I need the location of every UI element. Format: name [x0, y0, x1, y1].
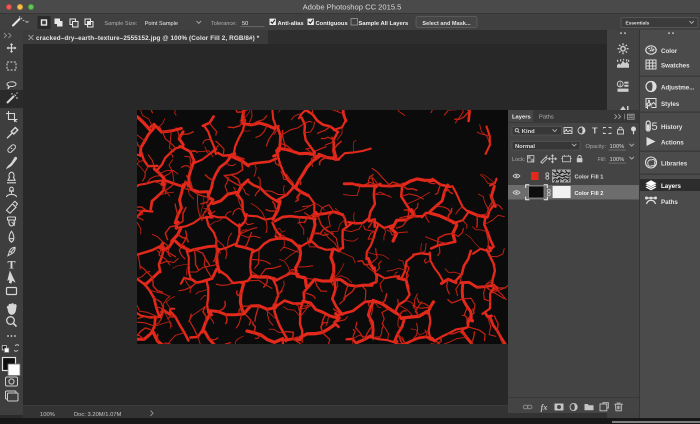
svg-text:Paths: Paths	[539, 115, 554, 121]
svg-text:Lock:: Lock:	[512, 157, 526, 163]
svg-text:Anti-alias: Anti-alias	[278, 21, 304, 27]
svg-text:50: 50	[242, 21, 248, 27]
svg-text:100%: 100%	[610, 144, 625, 150]
svg-text:Paths: Paths	[661, 199, 678, 206]
svg-text:Layers: Layers	[661, 183, 682, 190]
svg-text:Layers: Layers	[512, 115, 531, 121]
svg-text:Styles: Styles	[661, 101, 680, 108]
svg-text:Kind: Kind	[522, 129, 535, 135]
svg-text:fx: fx	[541, 403, 548, 412]
svg-text:Color Fill 2: Color Fill 2	[575, 191, 604, 197]
svg-text:T: T	[592, 126, 598, 136]
svg-text:Actions: Actions	[661, 140, 684, 147]
svg-text:Point Sample: Point Sample	[145, 21, 178, 27]
svg-text:Swatches: Swatches	[661, 63, 690, 70]
svg-text:T: T	[7, 258, 15, 272]
svg-text:Adobe Photoshop CC 2015.5: Adobe Photoshop CC 2015.5	[303, 2, 402, 11]
svg-text:Essentials: Essentials	[626, 20, 650, 26]
svg-text:Tolerance:: Tolerance:	[211, 21, 237, 27]
svg-text:Color: Color	[661, 48, 678, 55]
svg-text:Fill:: Fill:	[598, 157, 607, 163]
svg-text:Normal: Normal	[515, 144, 535, 150]
svg-text:Opacity:: Opacity:	[586, 144, 607, 150]
svg-text:100%: 100%	[610, 157, 625, 163]
svg-text:cracked–dry–earth–texture–2555: cracked–dry–earth–texture–2555152.jpg @ …	[36, 35, 260, 42]
svg-text:Libraries: Libraries	[661, 161, 688, 168]
svg-text:Sample Size:: Sample Size:	[104, 21, 137, 27]
svg-text:Sample All Layers: Sample All Layers	[359, 21, 409, 27]
svg-text:History: History	[661, 124, 683, 131]
svg-text:Adjustme...: Adjustme...	[661, 85, 695, 92]
svg-text:Contiguous: Contiguous	[316, 21, 348, 27]
svg-text:Select and Mask...: Select and Mask...	[422, 21, 471, 27]
svg-text:5: 5	[652, 121, 658, 133]
svg-text:Color Fill 1: Color Fill 1	[575, 174, 604, 180]
